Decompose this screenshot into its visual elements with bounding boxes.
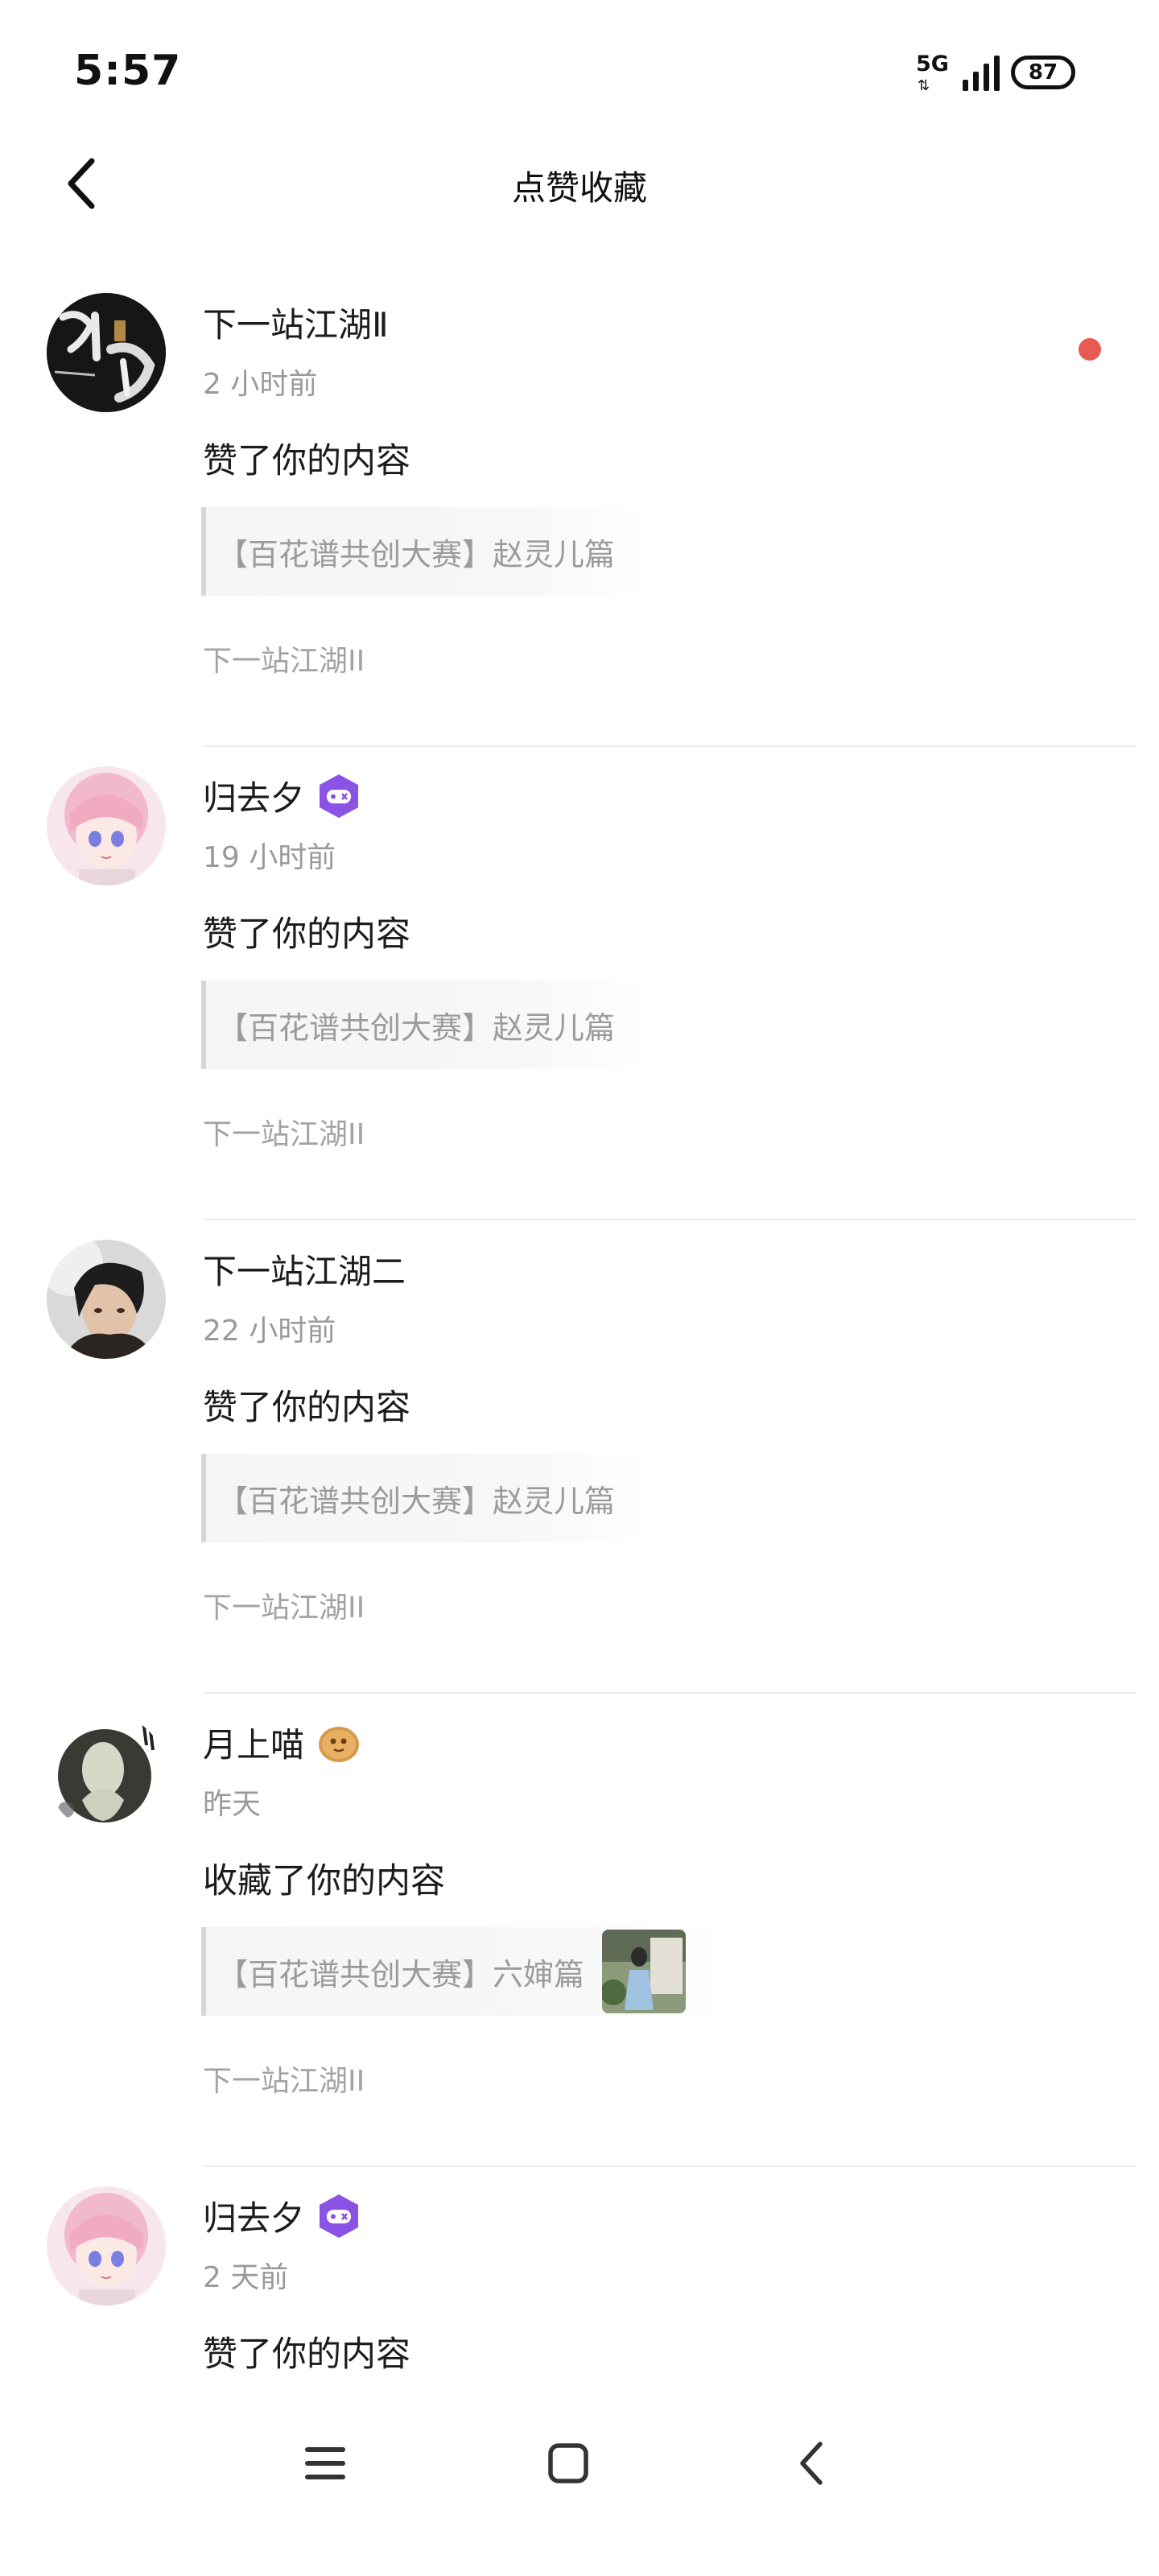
unread-dot bbox=[1079, 338, 1101, 361]
battery-icon: 87 bbox=[1011, 56, 1075, 89]
quoted-content[interactable]: 【百花谱共创大赛】六婶篇 bbox=[201, 1927, 719, 2016]
action-text: 赞了你的内容 bbox=[203, 1388, 410, 1428]
user-name[interactable]: 下一站江湖二 bbox=[203, 1245, 406, 1294]
quoted-title: 【百花谱共创大赛】赵灵儿篇 bbox=[217, 536, 616, 572]
notification-item[interactable]: 归去夕 2 天前 赞了你的内容 bbox=[0, 2167, 1159, 2409]
action-text: 赞了你的内容 bbox=[203, 441, 410, 481]
notification-item[interactable]: 下一站江湖二 22 小时前 赞了你的内容 【百花谱共创大赛】赵灵儿篇 下一站江湖… bbox=[0, 1220, 1159, 1694]
avatar-calligraphy-image bbox=[47, 293, 166, 412]
timestamp: 22 小时前 bbox=[203, 1315, 336, 1348]
header: 点赞收藏 bbox=[0, 129, 1159, 242]
quoted-title: 【百花谱共创大赛】赵灵儿篇 bbox=[217, 1009, 616, 1046]
network-label: 5G bbox=[916, 52, 949, 76]
avatar[interactable] bbox=[47, 766, 166, 886]
user-row: 月上喵 bbox=[203, 1718, 362, 1767]
quoted-content[interactable]: 【百花谱共创大赛】赵灵儿篇 bbox=[201, 1454, 648, 1542]
user-row: 下一站江湖二 bbox=[203, 1245, 406, 1294]
user-row: 归去夕 bbox=[203, 2191, 362, 2240]
user-name[interactable]: 归去夕 bbox=[203, 771, 304, 820]
thumbnail-image bbox=[602, 1930, 687, 2013]
content-thumbnail[interactable] bbox=[602, 1930, 687, 2013]
network-activity-icon: ⇅ bbox=[918, 77, 930, 94]
status-time: 5:57 bbox=[74, 47, 182, 95]
timestamp: 19 小时前 bbox=[203, 841, 336, 874]
notification-item[interactable]: 归去夕 19 小时前 赞了你的内容 【百花谱共创大赛】赵灵儿篇 下一站江湖II bbox=[0, 747, 1159, 1220]
quoted-title: 【百花谱共创大赛】赵灵儿篇 bbox=[217, 1483, 616, 1519]
avatar-anime-girl-image bbox=[47, 2186, 166, 2306]
source-name[interactable]: 下一站江湖II bbox=[203, 638, 365, 679]
quoted-content[interactable]: 【百花谱共创大赛】赵灵儿篇 bbox=[201, 507, 648, 596]
game-controller-badge-icon bbox=[316, 2193, 362, 2240]
home-button[interactable] bbox=[536, 2431, 600, 2496]
page-title: 点赞收藏 bbox=[511, 168, 647, 208]
timestamp: 昨天 bbox=[203, 1788, 262, 1821]
quoted-title: 【百花谱共创大赛】六婶篇 bbox=[217, 1956, 585, 1992]
status-bar: 5:57 5G ⇅ 87 bbox=[0, 0, 1159, 129]
system-navigation-bar bbox=[0, 2399, 1159, 2512]
menu-icon bbox=[305, 2447, 345, 2479]
user-name[interactable]: 归去夕 bbox=[203, 2191, 304, 2240]
avatar[interactable] bbox=[47, 1240, 166, 1359]
source-name[interactable]: 下一站江湖II bbox=[203, 2058, 365, 2099]
avatar-ink-painting-image bbox=[47, 1713, 166, 1832]
system-back-button[interactable] bbox=[779, 2431, 843, 2496]
action-text: 收藏了你的内容 bbox=[203, 1861, 445, 1901]
notification-item[interactable]: 下一站江湖Ⅱ 2 小时前 赞了你的内容 【百花谱共创大赛】赵灵儿篇 下一站江湖I… bbox=[0, 274, 1159, 747]
timestamp: 2 天前 bbox=[203, 2261, 289, 2294]
avatar-anime-girl-image bbox=[47, 766, 166, 886]
home-square-icon bbox=[548, 2443, 588, 2483]
notification-list: 下一站江湖Ⅱ 2 小时前 赞了你的内容 【百花谱共创大赛】赵灵儿篇 下一站江湖I… bbox=[0, 274, 1159, 2409]
battery-level: 87 bbox=[1028, 60, 1058, 85]
avatar-warrior-image bbox=[47, 1240, 166, 1359]
user-name[interactable]: 下一站江湖Ⅱ bbox=[203, 298, 389, 347]
status-icons: 5G ⇅ 87 bbox=[916, 50, 1075, 95]
action-text: 赞了你的内容 bbox=[203, 914, 410, 955]
cookie-badge-icon bbox=[316, 1719, 362, 1766]
action-text: 赞了你的内容 bbox=[203, 2334, 410, 2375]
quoted-content[interactable]: 【百花谱共创大赛】赵灵儿篇 bbox=[201, 980, 648, 1069]
notification-item[interactable]: 月上喵 昨天 收藏了你的内容 【百花谱共创大赛】六婶篇 下一站江湖II bbox=[0, 1694, 1159, 2167]
menu-button[interactable] bbox=[293, 2431, 357, 2496]
signal-strength-icon bbox=[963, 54, 1000, 91]
source-name[interactable]: 下一站江湖II bbox=[203, 1584, 365, 1626]
source-name[interactable]: 下一站江湖II bbox=[203, 1111, 365, 1153]
avatar[interactable] bbox=[47, 2186, 166, 2306]
timestamp: 2 小时前 bbox=[203, 368, 318, 401]
avatar[interactable] bbox=[47, 1713, 166, 1832]
user-row: 下一站江湖Ⅱ bbox=[203, 298, 389, 347]
avatar[interactable] bbox=[47, 293, 166, 412]
network-5g-icon: 5G ⇅ bbox=[916, 52, 951, 93]
user-name[interactable]: 月上喵 bbox=[203, 1718, 304, 1767]
game-controller-badge-icon bbox=[316, 773, 362, 819]
user-row: 归去夕 bbox=[203, 771, 362, 820]
chevron-left-icon bbox=[800, 2442, 823, 2485]
